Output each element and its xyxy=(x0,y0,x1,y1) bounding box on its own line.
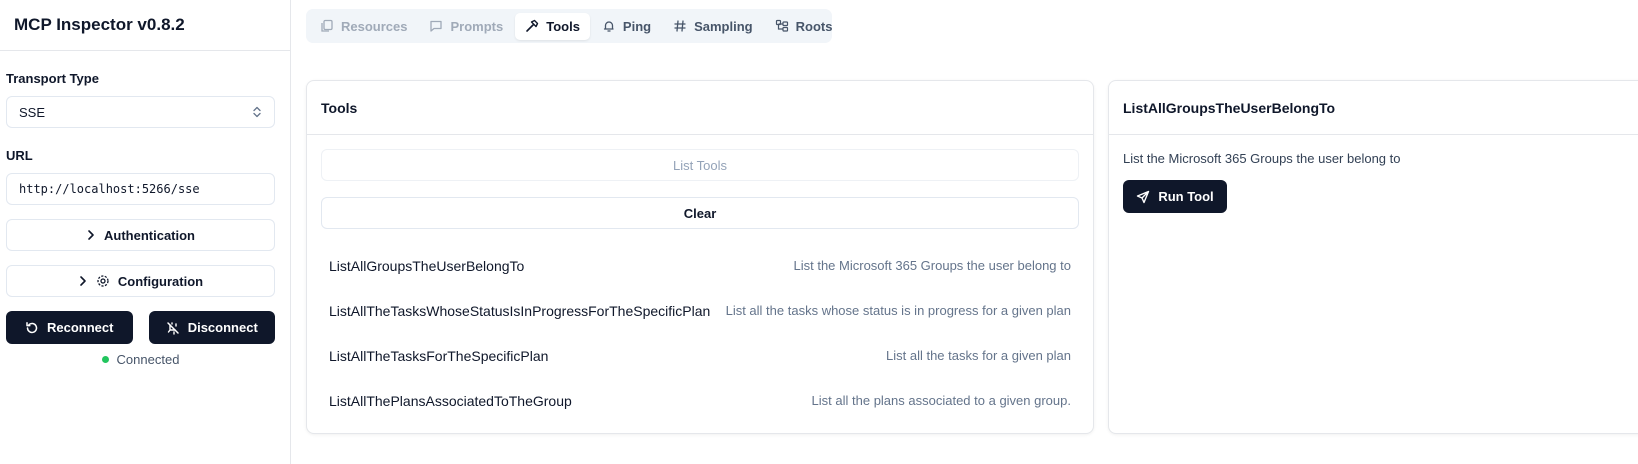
status-dot xyxy=(101,356,109,363)
message-square-icon xyxy=(429,19,443,33)
run-tool-button[interactable]: Run Tool xyxy=(1123,180,1227,213)
reconnect-label: Reconnect xyxy=(47,320,114,335)
sidebar: MCP Inspector v0.8.2 Transport Type SSE … xyxy=(0,0,291,464)
transport-type-select[interactable]: SSE xyxy=(6,96,275,128)
list-tools-button[interactable]: List Tools xyxy=(321,149,1079,181)
hash-icon xyxy=(673,19,687,33)
status-text: Connected xyxy=(116,352,180,367)
run-tool-label: Run Tool xyxy=(1158,189,1214,204)
sidebar-header: MCP Inspector v0.8.2 xyxy=(0,0,290,51)
tool-item[interactable]: ListAllTheTasksForTheSpecificPlan List a… xyxy=(321,333,1079,378)
tab-sampling[interactable]: Sampling xyxy=(663,13,763,40)
tab-resources[interactable]: Resources xyxy=(310,13,417,40)
reconnect-button[interactable]: Reconnect xyxy=(6,311,133,344)
transport-type-label: Transport Type xyxy=(6,71,99,86)
tool-list: ListAllGroupsTheUserBelongTo List the Mi… xyxy=(321,243,1079,423)
tool-detail-description: List the Microsoft 365 Groups the user b… xyxy=(1123,151,1401,166)
authentication-button[interactable]: Authentication xyxy=(6,219,275,251)
tool-item[interactable]: ListAllTheTasksWhoseStatusIsInProgressFo… xyxy=(321,288,1079,333)
tool-name: ListAllThePlansAssociatedToTheGroup xyxy=(329,392,572,409)
tool-item[interactable]: ListAllGroupsTheUserBelongTo List the Mi… xyxy=(321,243,1079,288)
chevrons-up-down-icon xyxy=(252,106,262,118)
tab-label: Prompts xyxy=(450,18,504,34)
url-label: URL xyxy=(6,148,33,163)
tools-panel: Tools List Tools Clear ListAllGroupsTheU… xyxy=(306,80,1094,434)
tool-description: List the Microsoft 365 Groups the user b… xyxy=(793,258,1072,273)
rotate-ccw-icon xyxy=(25,321,39,335)
tool-detail-title: ListAllGroupsTheUserBelongTo xyxy=(1109,81,1638,135)
url-value: http://localhost:5266/sse xyxy=(19,182,200,196)
authentication-label: Authentication xyxy=(104,227,195,243)
unplug-icon xyxy=(166,321,180,335)
connection-buttons: Reconnect Disconnect xyxy=(6,311,275,344)
tab-label: Sampling xyxy=(694,18,753,34)
tool-name: ListAllGroupsTheUserBelongTo xyxy=(329,257,525,274)
tool-description: List all the tasks whose status is in pr… xyxy=(725,303,1071,318)
tool-name: ListAllTheTasksForTheSpecificPlan xyxy=(329,347,549,364)
bell-icon xyxy=(602,19,616,33)
tools-panel-body: List Tools Clear ListAllGroupsTheUserBel… xyxy=(307,135,1093,423)
tab-tools[interactable]: Tools xyxy=(515,12,590,40)
connection-form: Transport Type SSE URL http://localhost:… xyxy=(0,71,290,367)
clear-button[interactable]: Clear xyxy=(321,197,1079,229)
folder-tree-icon xyxy=(775,19,789,33)
transport-type-value: SSE xyxy=(19,104,46,120)
tab-label: Tools xyxy=(546,18,580,34)
disconnect-label: Disconnect xyxy=(187,320,258,335)
tab-label: Resources xyxy=(341,18,408,34)
tab-label: Roots xyxy=(795,18,833,34)
tool-name: ListAllTheTasksWhoseStatusIsInProgressFo… xyxy=(329,302,711,319)
configuration-button[interactable]: Configuration xyxy=(6,265,275,297)
tools-panel-title: Tools xyxy=(307,81,1093,135)
tab-label: Ping xyxy=(622,18,652,34)
configuration-label: Configuration xyxy=(117,273,204,289)
disconnect-button[interactable]: Disconnect xyxy=(148,311,275,344)
tab-prompts[interactable]: Prompts xyxy=(419,13,513,40)
connection-status: Connected xyxy=(6,352,275,367)
tab-bar: Resources Prompts Tools Ping Sampling Ro… xyxy=(306,9,832,43)
tool-detail-panel: ListAllGroupsTheUserBelongTo List the Mi… xyxy=(1108,80,1638,434)
hammer-icon xyxy=(525,19,539,33)
tab-ping[interactable]: Ping xyxy=(592,13,661,40)
files-icon xyxy=(320,19,334,33)
tool-detail-body: List the Microsoft 365 Groups the user b… xyxy=(1109,135,1638,213)
tool-description: List all the plans associated to a given… xyxy=(811,393,1071,408)
tool-description: List all the tasks for a given plan xyxy=(886,348,1071,363)
app-title: MCP Inspector v0.8.2 xyxy=(14,15,185,34)
chevron-right-icon xyxy=(78,275,88,287)
send-icon xyxy=(1136,190,1150,204)
gear-icon xyxy=(96,274,110,288)
url-input[interactable]: http://localhost:5266/sse xyxy=(6,173,275,205)
tool-item[interactable]: ListAllThePlansAssociatedToTheGroup List… xyxy=(321,378,1079,423)
chevron-right-icon xyxy=(86,229,96,241)
tab-roots[interactable]: Roots xyxy=(765,13,843,40)
